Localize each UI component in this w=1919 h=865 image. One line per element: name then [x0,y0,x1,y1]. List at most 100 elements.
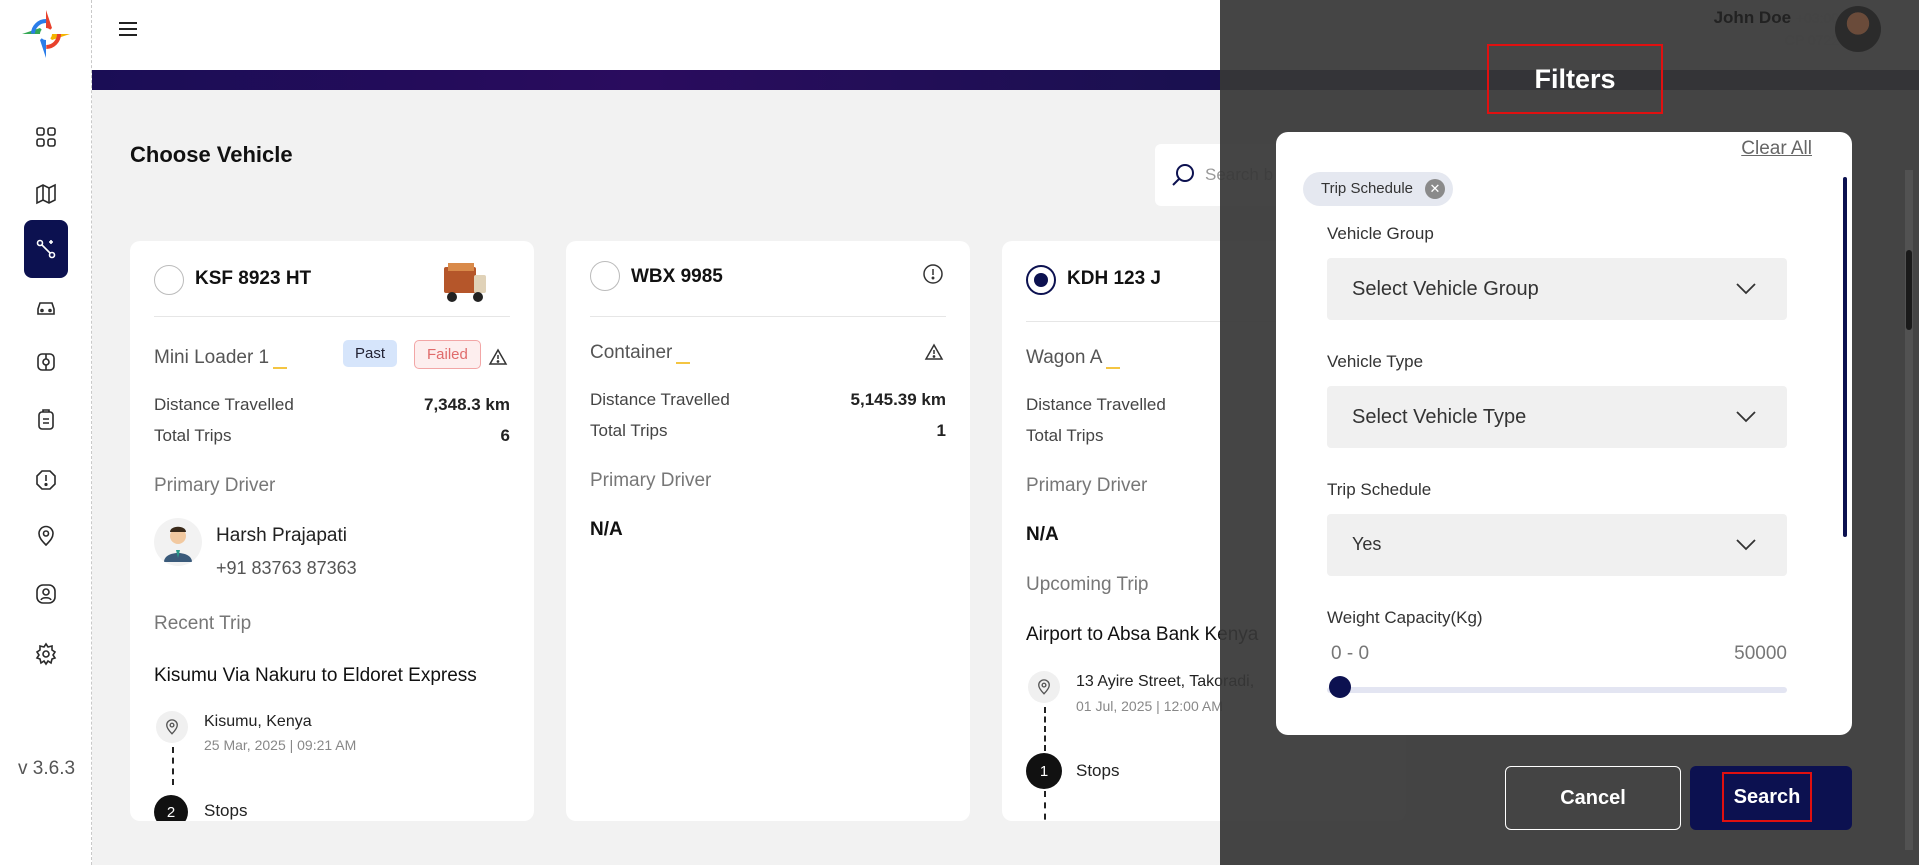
trips-label: Total Trips [154,426,232,445]
close-icon[interactable]: ✕ [1425,179,1445,199]
stop-time: 25 Mar, 2025 | 09:21 AM [204,737,357,753]
route-line [172,747,174,785]
driver-value: N/A [1026,524,1059,545]
vehicle-type: Container [590,342,691,364]
weight-slider-track[interactable] [1327,687,1787,693]
driver-section-title: Primary Driver [1026,475,1148,496]
user-icon[interactable] [24,572,68,616]
sidebar: v 3.6.3 [0,0,92,865]
info-icon[interactable] [922,263,944,285]
weight-max: 50000 [1734,643,1787,664]
clipboard-icon[interactable] [24,398,68,442]
chevron-down-icon [1736,283,1756,295]
trips-value: 1 [936,421,946,440]
vehicle-group-label: Vehicle Group [1327,224,1434,243]
chevron-down-icon [1736,539,1756,551]
vehicle-radio[interactable] [590,261,620,291]
app-logo[interactable] [18,6,74,62]
trip-section-title: Recent Trip [154,613,252,634]
tyre-icon[interactable] [24,340,68,384]
vehicle-plate: KSF 8923 HT [195,268,312,289]
distance-value: 5,145.39 km [850,390,946,409]
search-button-label: Search [1722,772,1812,822]
location-icon [156,711,188,743]
driver-phone: +91 83763 87363 [216,558,357,578]
filters-title: Filters [1487,44,1663,114]
user-name: John Doe [1713,8,1792,27]
vehicle-group-select[interactable]: Select Vehicle Group [1327,258,1787,320]
vehicle-plate: KDH 123 J [1067,268,1161,289]
vehicle-type-value: Select Vehicle Type [1352,406,1527,428]
user-code: CP 0722 [1784,32,1839,48]
stop-place: Kisumu, Kenya [204,713,312,730]
vehicle-type: Mini Loader 1 [154,347,288,369]
vehicle-type-label: Vehicle Type [1327,352,1424,371]
location-icon [1028,671,1060,703]
divider [590,316,946,317]
filter-chip[interactable]: Trip Schedule ✕ [1303,172,1453,206]
divider [154,316,510,317]
menu-icon[interactable] [116,17,140,41]
user-timezone: +03:00 [1795,10,1839,26]
dashboard-icon[interactable] [24,115,68,159]
app-version: v 3.6.3 [18,758,76,779]
trip-section-title: Upcoming Trip [1026,574,1149,595]
search-button[interactable]: Search [1690,766,1852,830]
stop-time: 01 Jul, 2025 | 12:00 AM [1076,698,1223,714]
distance-label: Distance Travelled [154,395,294,414]
settings-icon[interactable] [24,632,68,676]
trips-value: 6 [500,426,510,445]
trip-title: Kisumu Via Nakuru to Eldoret Express [154,665,477,686]
user-avatar[interactable] [1835,6,1881,52]
distance-label: Distance Travelled [590,390,730,409]
weight-slider-handle[interactable] [1329,676,1351,698]
vehicle-type-select[interactable]: Select Vehicle Type [1327,386,1787,448]
chevron-down-icon [1736,411,1756,423]
location-icon[interactable] [24,514,68,558]
cancel-button[interactable]: Cancel [1505,766,1681,830]
route-line [1044,707,1046,751]
failed-tag: Failed [414,340,481,369]
search-icon [1170,162,1196,188]
car-icon[interactable] [24,285,68,329]
clear-all-link[interactable]: Clear All [1741,138,1812,160]
distance-value: 7,348.3 km [423,395,510,414]
truck-image [440,257,490,309]
page-scrollbar[interactable] [1905,170,1913,850]
vehicle-card[interactable]: WBX 9985 Container Distance Travelled 5,… [566,241,970,821]
alert-icon[interactable] [24,458,68,502]
vehicle-card[interactable]: KSF 8923 HT Mini Loader 1 Past Failed Di… [130,241,534,821]
trips-label: Total Trips [590,421,668,440]
driver-section-title: Primary Driver [590,470,712,491]
stops-label: Stops [204,801,248,820]
trips-label: Total Trips [1026,426,1104,445]
vehicle-type: Wagon A [1026,347,1121,369]
page-title: Choose Vehicle [130,142,293,167]
user-info[interactable]: John Doe +03:00 CP 0722 [1714,8,1839,48]
stops-count: 2 [154,795,188,821]
vehicle-plate: WBX 9985 [631,266,723,287]
weight-range: 0 - 0 [1331,643,1370,664]
driver-value: N/A [590,519,623,540]
weight-label: Weight Capacity(Kg) [1327,608,1483,627]
stops-label: Stops [1076,761,1120,780]
vehicle-group-value: Select Vehicle Group [1352,278,1539,300]
map-icon[interactable] [24,172,68,216]
filter-panel: Clear All Trip Schedule ✕ Vehicle Group … [1276,132,1852,735]
vehicle-radio[interactable] [154,265,184,295]
filter-chip-label: Trip Schedule [1321,180,1413,197]
route-icon[interactable] [24,220,68,278]
driver-avatar [154,518,202,566]
warning-icon[interactable] [488,347,508,367]
driver-section-title: Primary Driver [154,475,276,496]
route-line [1044,791,1046,821]
trip-schedule-value: Yes [1352,534,1382,554]
scrollbar-thumb[interactable] [1906,250,1912,330]
trip-schedule-select[interactable]: Yes [1327,514,1787,576]
past-tag: Past [343,340,398,367]
trip-schedule-label: Trip Schedule [1327,480,1432,499]
warning-icon[interactable] [924,342,944,362]
panel-scrollbar[interactable] [1843,177,1847,537]
stops-count: 1 [1026,753,1062,789]
vehicle-radio-selected[interactable] [1026,265,1056,295]
